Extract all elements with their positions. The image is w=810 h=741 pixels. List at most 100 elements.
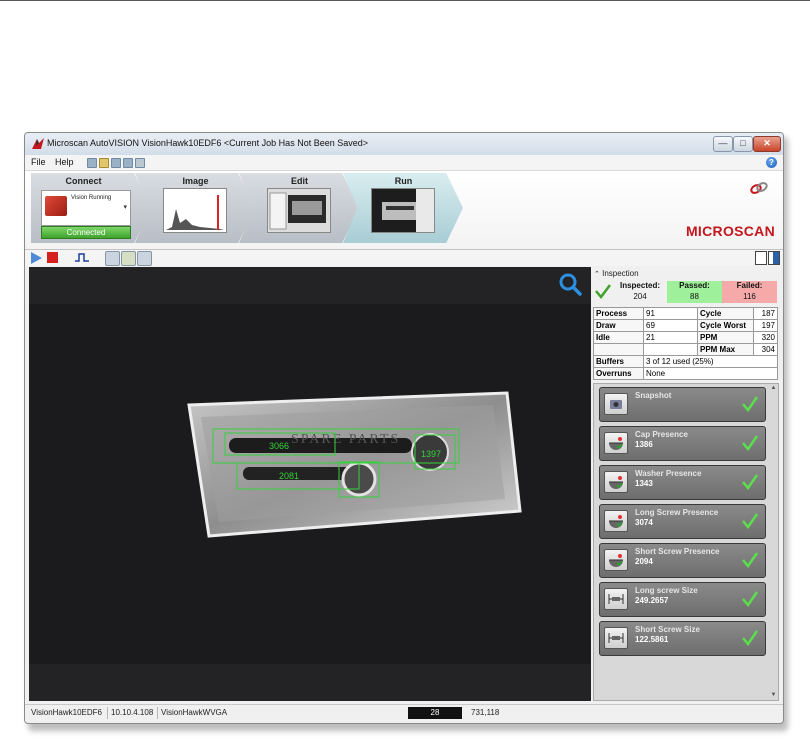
tool-name: Long Screw Presence	[635, 508, 719, 517]
capture-settings-icon[interactable]	[105, 251, 120, 266]
stat-value: 197	[753, 319, 778, 332]
stat-value: 69	[643, 319, 698, 332]
play-icon[interactable]	[31, 252, 42, 264]
status-ip: 10.10.4.108	[111, 708, 154, 717]
run-thumbnail	[371, 188, 435, 233]
workflow-bar: Connect Vision Running ▾ Connected Image…	[25, 171, 783, 250]
table-row: Draw 69 Cycle Worst 197	[593, 319, 778, 332]
new-job-icon[interactable]	[87, 158, 97, 168]
stat-value: 3 of 12 used (25%)	[643, 355, 778, 368]
stat-value: 21	[643, 331, 698, 344]
help-icon[interactable]: ?	[766, 157, 777, 168]
inspected-value: 204	[633, 292, 647, 301]
presence-icon	[604, 549, 628, 571]
split-pane-icon[interactable]	[768, 251, 780, 265]
collapse-icon[interactable]: ⌃	[594, 271, 600, 278]
inspection-header[interactable]: ⌃ Inspection	[594, 269, 639, 278]
menu-help[interactable]: Help	[55, 157, 74, 167]
trigger-icon[interactable]	[75, 253, 89, 262]
tool-value: 1386	[635, 440, 653, 449]
image-viewer[interactable]: SPARE PARTS 3066 1397 2081	[29, 267, 591, 701]
table-row: Overruns None	[593, 367, 778, 380]
menu-file[interactable]: File	[31, 157, 46, 167]
stat-label: Process	[593, 307, 644, 320]
package-text: SPARE PARTS	[291, 432, 400, 447]
presence-icon	[604, 510, 628, 532]
tool-value: 1343	[635, 479, 653, 488]
step-connect[interactable]: Connect Vision Running ▾ Connected	[31, 173, 151, 243]
tool-name: Cap Presence	[635, 430, 688, 439]
window-title: Microscan AutoVISION VisionHawk10EDF6 <C…	[47, 138, 368, 148]
single-pane-icon[interactable]	[755, 251, 767, 265]
pass-check-icon	[742, 513, 759, 529]
link-icon[interactable]	[749, 181, 769, 195]
menu-bar: File Help ?	[25, 155, 783, 171]
step-edit[interactable]: Edit	[239, 173, 359, 243]
measure-icon	[604, 588, 628, 610]
failed-count: Failed: 116	[722, 281, 777, 303]
status-frame: 28	[408, 707, 462, 719]
tool-long-screw-presence[interactable]: Long Screw Presence 3074	[599, 504, 766, 539]
maximize-button[interactable]: □	[733, 136, 753, 152]
histogram-graphic	[166, 195, 224, 230]
tool-cap-presence[interactable]: Cap Presence 1386	[599, 426, 766, 461]
table-row: Process 91 Cycle 187	[593, 307, 778, 320]
stat-label: Idle	[593, 331, 644, 344]
run-toolbar	[25, 250, 783, 266]
timing-stats-table: Process 91 Cycle 187 Draw 69 Cycle Worst…	[593, 307, 778, 380]
stop-icon[interactable]	[47, 252, 58, 263]
tool-washer-presence[interactable]: Washer Presence 1343	[599, 465, 766, 500]
stat-label: PPM	[697, 331, 754, 344]
results-panel: ⌃ Inspection Inspected: 204 Passed: 88 F…	[591, 267, 779, 701]
tool-value: 249.2657	[635, 596, 669, 605]
tool-value: 122.5861	[635, 635, 669, 644]
pass-check-icon	[742, 396, 759, 412]
close-button[interactable]: ✕	[753, 136, 781, 152]
open-job-icon[interactable]	[99, 158, 109, 168]
pass-check-icon	[595, 284, 611, 299]
status-device: VisionHawk10EDF6	[31, 708, 102, 717]
save-as-icon[interactable]	[123, 158, 133, 168]
save-job-icon[interactable]	[111, 158, 121, 168]
minimize-button[interactable]: —	[713, 136, 733, 152]
run-graphic	[382, 189, 434, 232]
pass-check-icon	[742, 474, 759, 490]
pass-check-icon	[742, 435, 759, 451]
camera-selector[interactable]: Vision Running ▾	[41, 190, 131, 226]
tool-short-screw-presence[interactable]: Short Screw Presence 2094	[599, 543, 766, 578]
tool-short-screw-size[interactable]: Short Screw Size 122.5861	[599, 621, 766, 656]
stat-label: Buffers	[593, 355, 644, 368]
stat-label: Draw	[593, 319, 644, 332]
pass-check-icon	[742, 552, 759, 568]
status-divider	[157, 707, 158, 719]
zoom-icon[interactable]	[558, 272, 582, 296]
step-run[interactable]: Run	[343, 173, 463, 243]
export-icon[interactable]	[137, 251, 152, 266]
stat-value: 304	[753, 343, 778, 356]
image-display-icon[interactable]	[121, 251, 136, 266]
failed-label: Failed:	[736, 281, 763, 290]
step-image[interactable]: Image	[135, 173, 255, 243]
table-row: PPM Max 304	[593, 343, 778, 356]
scroll-up-icon[interactable]: ▲	[770, 385, 777, 392]
measure-icon	[604, 627, 628, 649]
histogram-thumbnail	[163, 188, 227, 233]
settings-icon[interactable]	[135, 158, 145, 168]
table-row: Buffers 3 of 12 used (25%)	[593, 355, 778, 368]
app-logo-icon	[32, 138, 44, 149]
step-edit-label: Edit	[291, 176, 308, 186]
scroll-down-icon[interactable]: ▼	[770, 692, 777, 699]
tool-value: 2094	[635, 557, 653, 566]
step-connect-label: Connect	[65, 176, 102, 186]
tool-snapshot[interactable]: Snapshot	[599, 387, 766, 422]
tool-long-screw-size[interactable]: Long screw Size 249.2657	[599, 582, 766, 617]
chevron-down-icon: ▾	[123, 204, 127, 211]
tool-name: Short Screw Presence	[635, 547, 720, 556]
status-bar: VisionHawk10EDF6 10.10.4.108 VisionHawkW…	[25, 704, 783, 722]
passed-label: Passed:	[679, 281, 710, 290]
tool-list[interactable]: ▲ ▼ Snapshot Cap Presence 1386 Washer Pr…	[593, 383, 779, 701]
inspection-counts: Inspected: 204 Passed: 88 Failed: 116	[613, 281, 777, 303]
page-top-rule	[0, 0, 810, 1]
status-divider	[107, 707, 108, 719]
step-image-label: Image	[182, 176, 209, 186]
